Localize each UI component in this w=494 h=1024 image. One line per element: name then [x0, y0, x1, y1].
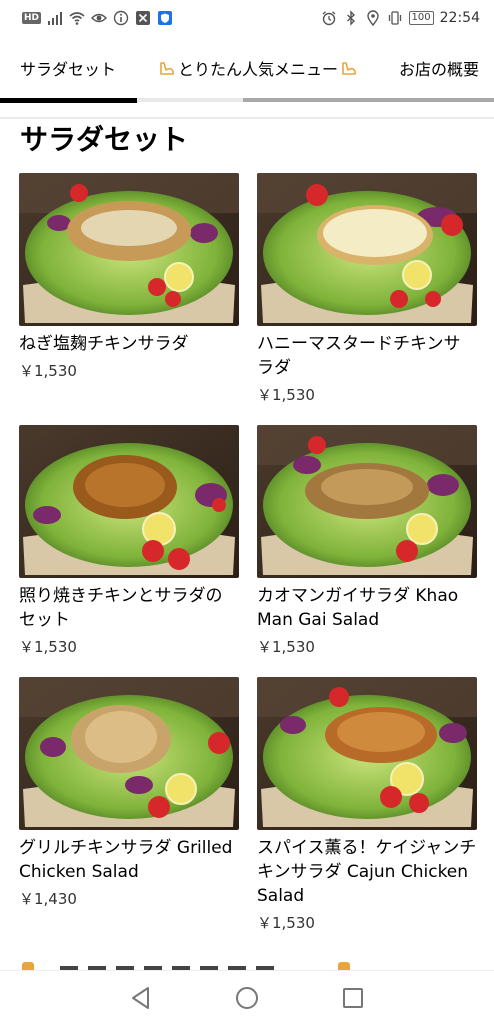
- home-icon[interactable]: [234, 985, 260, 1011]
- info-icon: [113, 10, 129, 26]
- recent-apps-icon[interactable]: [340, 985, 366, 1011]
- status-bar: HD 100 22:54: [0, 0, 494, 36]
- tab-store-info[interactable]: お店の概要: [399, 56, 479, 80]
- menu-item-name: カオマンガイサラダ Khao Man Gai Salad: [257, 586, 459, 630]
- menu-item-price: ￥1,530: [19, 638, 77, 656]
- menu-item-name: 照り焼きチキンとサラダのセット: [19, 586, 223, 630]
- menu-item-name: ねぎ塩麹チキンサラダ: [19, 334, 189, 354]
- category-tabs: サラダセット とりたん人気メニュー お店の概要: [0, 40, 494, 104]
- vibrate-icon: [387, 10, 403, 26]
- tab-label: サラダセット: [20, 60, 117, 79]
- menu-item-card[interactable]: カオマンガイサラダ Khao Man Gai Salad ￥1,530: [257, 425, 477, 657]
- tab-label: お店の概要: [399, 60, 480, 79]
- menu-item-price: ￥1,530: [257, 638, 315, 656]
- active-tab-indicator: [0, 98, 137, 103]
- menu-item-price: ￥1,530: [19, 362, 77, 380]
- menu-item-card[interactable]: ねぎ塩麹チキンサラダ ￥1,530: [19, 173, 239, 381]
- bluetooth-icon: [343, 10, 359, 26]
- system-nav-bar: [0, 970, 494, 1024]
- back-icon[interactable]: [128, 985, 154, 1011]
- alarm-icon: [321, 10, 337, 26]
- status-time: 22:54: [439, 10, 480, 26]
- app-x-icon: [135, 10, 151, 26]
- salad-image: [19, 677, 239, 830]
- flexed-arm-icon: [158, 59, 176, 77]
- menu-item-card[interactable]: グリルチキンサラダ Grilled Chicken Salad ￥1,430: [19, 677, 239, 909]
- menu-item-price: ￥1,530: [257, 914, 315, 932]
- status-bar-right: 100 22:54: [321, 10, 480, 26]
- salad-image: [257, 425, 477, 578]
- location-icon: [365, 10, 381, 26]
- menu-item-card[interactable]: スパイス薫る！ケイジャンチキンサラダ Cajun Chicken Salad ￥…: [257, 677, 477, 933]
- signal-icon: [47, 10, 63, 26]
- menu-item-name: ハニーマスタードチキンサラダ: [257, 334, 461, 378]
- salad-image: [257, 173, 477, 326]
- menu-item-card[interactable]: 照り焼きチキンとサラダのセット ￥1,530: [19, 425, 239, 657]
- flexed-arm-icon: [340, 59, 358, 77]
- salad-image: [19, 425, 239, 578]
- eye-icon: [91, 10, 108, 26]
- hd-badge: HD: [22, 12, 42, 24]
- section-title: サラダセット: [20, 123, 189, 156]
- menu-item-price: ￥1,530: [257, 386, 315, 404]
- tab-popular-menu[interactable]: とりたん人気メニュー: [158, 56, 358, 80]
- status-bar-left: HD: [22, 10, 173, 26]
- app-shield-icon: [157, 10, 173, 26]
- battery-icon: 100: [408, 11, 434, 25]
- menu-item-name: スパイス薫る！ケイジャンチキンサラダ Cajun Chicken Salad: [257, 838, 477, 906]
- salad-image: [257, 677, 477, 830]
- wifi-icon: [69, 10, 85, 26]
- tab-label: とりたん人気メニュー: [178, 60, 339, 79]
- salad-image: [19, 173, 239, 326]
- tab-scrollbar[interactable]: [243, 98, 494, 102]
- menu-item-price: ￥1,430: [19, 890, 77, 908]
- tab-salad-set[interactable]: サラダセット: [20, 56, 116, 80]
- menu-item-card[interactable]: ハニーマスタードチキンサラダ ￥1,530: [257, 173, 477, 405]
- menu-item-name: グリルチキンサラダ Grilled Chicken Salad: [19, 838, 233, 882]
